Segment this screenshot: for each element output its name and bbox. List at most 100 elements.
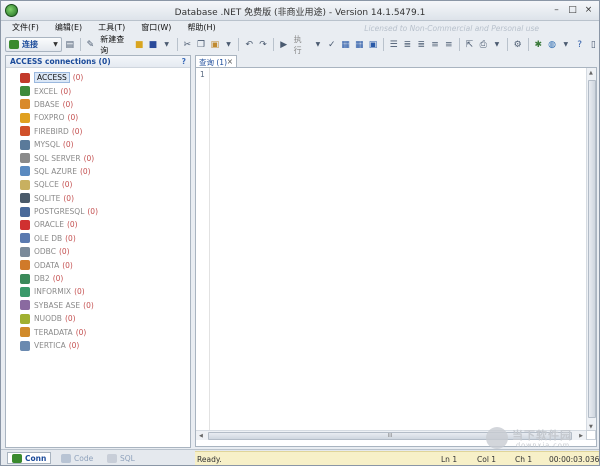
database-icon <box>20 246 30 257</box>
maximize-icon[interactable]: □ <box>566 4 579 16</box>
connection-item[interactable]: ODBC (0) <box>20 245 190 258</box>
connection-item[interactable]: ACCESS (0) <box>20 71 190 84</box>
menu-window[interactable]: 窗口(W) <box>136 21 176 35</box>
tab-conn[interactable]: Conn <box>7 452 52 464</box>
connection-count: (0) <box>66 220 78 230</box>
gear-icon[interactable]: ⚙ <box>512 38 524 51</box>
list-icon[interactable]: ☰ <box>388 38 400 51</box>
table-icon[interactable]: ▦ <box>353 38 365 51</box>
connection-item[interactable]: MYSQL (0) <box>20 138 190 151</box>
vertical-scroll-thumb[interactable] <box>588 80 596 418</box>
comment-icon[interactable]: ≡ <box>429 38 441 51</box>
connection-item[interactable]: SYBASE ASE (0) <box>20 299 190 312</box>
outdent-icon[interactable]: ≣ <box>415 38 427 51</box>
connection-item[interactable]: SQL SERVER (0) <box>20 151 190 164</box>
help-icon[interactable]: ? <box>182 57 186 66</box>
undo-icon[interactable]: ↶ <box>243 38 255 51</box>
chevron-down-icon[interactable]: ▼ <box>53 41 58 48</box>
scroll-up-icon[interactable]: ▲ <box>589 70 593 76</box>
connection-item[interactable]: FIREBIRD (0) <box>20 125 190 138</box>
connection-item[interactable]: SQLITE (0) <box>20 192 190 205</box>
connection-count: (0) <box>83 153 95 163</box>
connection-label: ODBC <box>34 247 56 257</box>
uncomment-icon[interactable]: ≡ <box>443 38 455 51</box>
check-icon[interactable]: ✓ <box>326 38 338 51</box>
chevron-down-icon[interactable]: ▼ <box>312 38 324 51</box>
print-icon[interactable]: ⎙ <box>477 38 489 51</box>
sql-editor[interactable]: 1 ▲ ▼ ◀ III ▶ <box>195 67 597 447</box>
connection-label: DBASE <box>34 99 60 109</box>
cut-icon[interactable]: ✂ <box>181 38 193 51</box>
connection-item[interactable]: POSTGRESQL (0) <box>20 205 190 218</box>
help-icon[interactable]: ? <box>574 38 586 51</box>
connection-label: SQL SERVER <box>34 153 81 163</box>
database-icon <box>20 327 30 338</box>
connection-item[interactable]: EXCEL (0) <box>20 84 190 97</box>
save-icon[interactable]: ■ <box>147 38 159 51</box>
grid-icon[interactable]: ▦ <box>340 38 352 51</box>
database-icon <box>20 260 30 271</box>
connection-count: (0) <box>83 300 94 310</box>
document-icon[interactable]: ▤ <box>64 38 76 51</box>
connection-item[interactable]: NUODB (0) <box>20 312 190 325</box>
connection-item[interactable]: INFORMIX (0) <box>20 285 190 298</box>
connection-count: (0) <box>67 113 79 123</box>
open-folder-icon[interactable]: ■ <box>133 38 145 51</box>
tab-code[interactable]: Code <box>57 452 97 464</box>
execute-icon[interactable]: ▶ <box>278 38 290 51</box>
paste-icon[interactable]: ▣ <box>209 38 221 51</box>
globe-icon[interactable]: ◍ <box>546 38 558 51</box>
connection-count: (0) <box>71 126 83 136</box>
database-icon <box>20 72 30 83</box>
connection-count: (0) <box>62 260 73 270</box>
redo-icon[interactable]: ↷ <box>257 38 269 51</box>
database-icon <box>20 313 30 324</box>
connection-item[interactable]: DBASE (0) <box>20 98 190 111</box>
close-icon[interactable]: × <box>227 57 233 66</box>
watermark-logo-icon <box>486 427 508 449</box>
plugin-icon[interactable]: ✱ <box>532 38 544 51</box>
connection-item[interactable]: ODATA (0) <box>20 258 190 271</box>
connect-button[interactable]: 连接 ▼ <box>5 37 62 52</box>
tab-sql[interactable]: SQL <box>103 452 139 464</box>
connection-item[interactable]: ORACLE (0) <box>20 218 190 231</box>
connection-item[interactable]: OLE DB (0) <box>20 232 190 245</box>
chevron-down-icon[interactable]: ▼ <box>560 38 572 51</box>
connection-item[interactable]: DB2 (0) <box>20 272 190 285</box>
menu-help[interactable]: 帮助(H) <box>182 21 220 35</box>
export-icon[interactable]: ⇱ <box>464 38 476 51</box>
connection-item[interactable]: VERTICA (0) <box>20 339 190 352</box>
new-query-icon[interactable]: ✎ <box>85 38 97 51</box>
connection-count: (0) <box>62 99 74 109</box>
database-icon <box>20 86 30 97</box>
connection-label: MYSQL <box>34 140 60 150</box>
connection-count: (0) <box>68 341 80 350</box>
database-icon <box>20 300 30 311</box>
toolbar-divider <box>506 38 508 51</box>
clipboard-icon[interactable]: ▯ <box>587 38 599 51</box>
menu-edit[interactable]: 编辑(E) <box>50 21 87 35</box>
connection-count: (0) <box>58 247 70 257</box>
toolbar-divider <box>79 38 81 51</box>
chevron-down-icon[interactable]: ▼ <box>223 38 235 51</box>
connection-item[interactable]: SQL AZURE (0) <box>20 165 190 178</box>
connection-item[interactable]: SQLCE (0) <box>20 178 190 191</box>
tab-conn-label: Conn <box>25 453 47 463</box>
minimize-icon[interactable]: – <box>550 4 563 16</box>
connection-label: OLE DB <box>34 233 63 243</box>
indent-icon[interactable]: ≣ <box>402 38 414 51</box>
connection-count: (0) <box>62 140 74 150</box>
scroll-left-icon[interactable]: ◀ <box>199 433 203 439</box>
menu-file[interactable]: 文件(F) <box>7 21 44 35</box>
chevron-down-icon[interactable]: ▼ <box>491 38 503 51</box>
chevron-down-icon[interactable]: ▼ <box>161 38 173 51</box>
connection-item[interactable]: TERADATA (0) <box>20 325 190 338</box>
close-icon[interactable]: × <box>582 4 595 16</box>
tab-query-1[interactable]: 查询 (1) × <box>195 55 237 67</box>
connection-item[interactable]: FOXPRO (0) <box>20 111 190 124</box>
new-query-button[interactable]: 新建查询 <box>98 34 131 56</box>
find-icon[interactable]: ▣ <box>367 38 379 51</box>
copy-icon[interactable]: ❐ <box>195 38 207 51</box>
execute-button[interactable]: 执行 <box>292 34 310 56</box>
vertical-scrollbar[interactable]: ▲ ▼ <box>586 68 596 432</box>
